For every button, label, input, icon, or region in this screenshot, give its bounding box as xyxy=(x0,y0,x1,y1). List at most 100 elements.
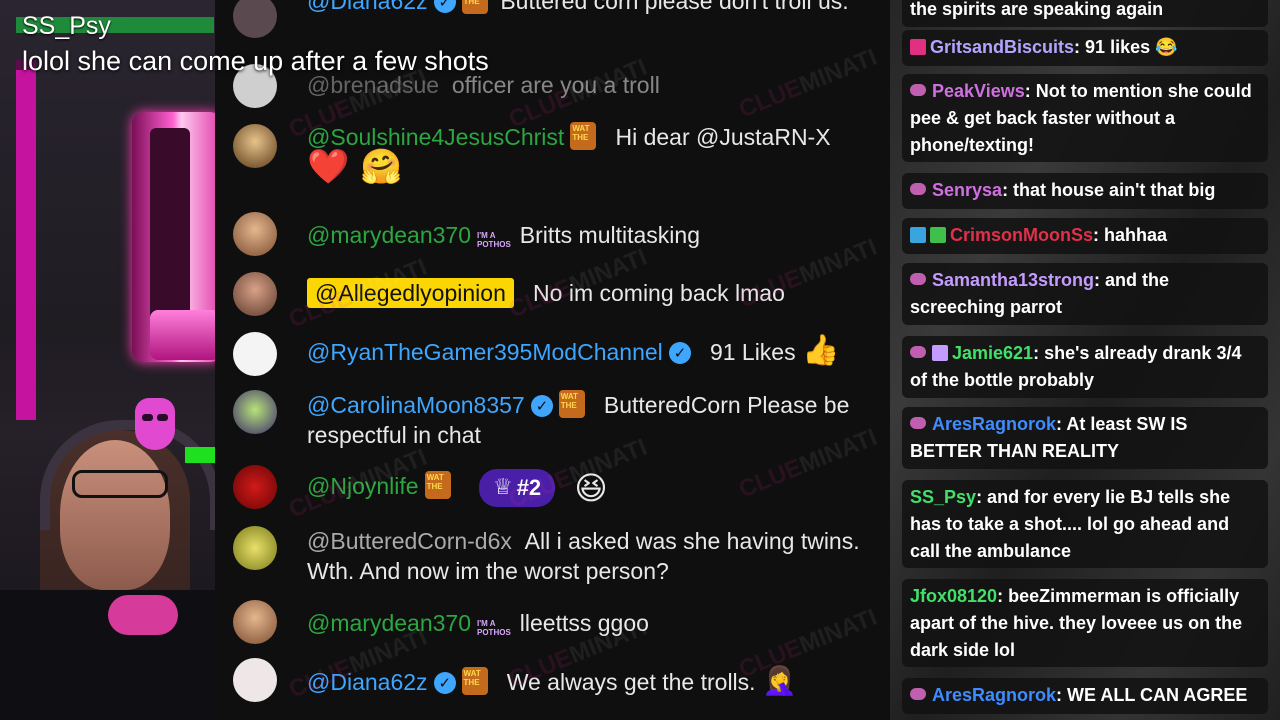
chat-message-line: @marydean370 I'M A POTHOS lleettss ggoo xyxy=(307,608,870,645)
side-chat-message: GritsandBiscuits: 91 likes 😂 xyxy=(902,30,1268,66)
side-chat-author[interactable]: AresRagnorok xyxy=(932,414,1056,434)
plant-badge-icon xyxy=(930,227,946,243)
verified-icon xyxy=(668,338,691,368)
avatar xyxy=(233,658,277,702)
verified-icon xyxy=(530,391,553,421)
side-chat-panel: the spirits are speaking again GritsandB… xyxy=(890,0,1280,720)
chat-message-line: @Soulshine4JesusChrist WAT THE Hi dear @J… xyxy=(307,122,870,185)
webcam-panel xyxy=(0,0,215,720)
neon-letter-inner xyxy=(150,128,190,323)
chat-text: Hi dear @JustaRN-X xyxy=(615,124,831,150)
crown-icon: ♕ xyxy=(492,475,513,500)
chat-text: 91 Likes xyxy=(709,339,796,365)
streamer-shirt xyxy=(0,590,215,720)
green-indicator xyxy=(185,447,215,463)
side-chat-author[interactable]: SS_Psy xyxy=(910,487,976,507)
pothos-badge-icon: I'M A POTHOS xyxy=(477,619,511,637)
chat-author[interactable]: @Diana62z xyxy=(307,0,428,14)
side-chat-message: the spirits are speaking again xyxy=(902,0,1268,27)
chat-author[interactable]: @marydean370 xyxy=(307,610,471,636)
verified-icon xyxy=(433,0,456,17)
supporter-rank-pill: ♕ #2 xyxy=(478,469,556,507)
chat-author[interactable]: @Njoynlife xyxy=(307,473,419,499)
avatar xyxy=(233,390,277,434)
mask-dot-icon xyxy=(910,183,926,195)
chat-text: Britts multitasking xyxy=(519,222,700,248)
side-chat-text: : hahhaa xyxy=(1093,225,1168,245)
avatar xyxy=(233,526,277,570)
side-chat-author[interactable]: AresRagnorok xyxy=(932,685,1056,705)
side-chat-author[interactable]: PeakViews xyxy=(932,81,1025,101)
side-chat-text: : 91 likes 😂 xyxy=(1074,37,1178,57)
overlay-message: lolol she can come up after a few shots xyxy=(22,46,489,76)
chat-author[interactable]: @marydean370 xyxy=(307,222,471,248)
chat-author-highlighted[interactable]: @Allegedlyopinion xyxy=(307,278,514,308)
side-chat-message: Samantha13strong: and the screeching par… xyxy=(902,263,1268,325)
mask-dot-icon xyxy=(910,417,926,429)
chat-author[interactable]: @Diana62z xyxy=(307,669,428,695)
side-chat-author[interactable]: Jfox08120 xyxy=(910,586,997,606)
live-chat-feed: @Diana62z WAT THE Buttered corn please do… xyxy=(215,0,890,720)
side-chat-author[interactable]: Samantha13strong xyxy=(932,270,1094,290)
chat-message-line: @ButteredCorn-d6x All i asked was she ha… xyxy=(307,526,870,586)
headphones-icon xyxy=(40,420,215,530)
verified-icon xyxy=(433,668,456,698)
side-chat-author[interactable]: Senrysa xyxy=(932,180,1002,200)
side-chat-text: : WE ALL CAN AGREE xyxy=(1056,685,1248,705)
mask-dot-icon xyxy=(910,273,926,285)
side-chat-message: AresRagnorok: At least SW IS BETTER THAN… xyxy=(902,407,1268,469)
side-chat-message: Jfox08120: beeZimmerman is officially ap… xyxy=(902,579,1268,667)
side-chat-author[interactable]: CrimsonMoonSs xyxy=(950,225,1093,245)
heart-hug-emoji: ❤️ 🤗 xyxy=(307,147,403,187)
facepalm-emoji: 🤦‍♀️ xyxy=(761,664,797,697)
thumbs-up-emoji: 👍 xyxy=(802,333,840,368)
chat-text: Buttered corn please don't troll us. xyxy=(500,0,849,14)
avatar xyxy=(233,212,277,256)
avatar xyxy=(233,600,277,644)
avatar xyxy=(233,0,277,38)
gift-badge-icon xyxy=(932,345,948,361)
side-chat-text: : that house ain't that big xyxy=(1002,180,1216,200)
rank-label: #2 xyxy=(516,475,542,500)
pothos-badge-icon: I'M A POTHOS xyxy=(477,231,511,249)
neon-letter-foot xyxy=(150,310,215,360)
chat-text: No im coming back lmao xyxy=(533,280,785,306)
chat-message-line: @Njoynlife WAT THE ♕ #2 😆 xyxy=(307,469,870,507)
member-badge-icon: WAT THE xyxy=(424,471,451,500)
chat-message-line: @Diana62z WAT THE We always get the troll… xyxy=(307,664,870,699)
chat-author[interactable]: @RyanTheGamer395ModChannel xyxy=(307,339,663,365)
neon-bar xyxy=(16,70,36,420)
member-badge-icon: WAT THE xyxy=(558,390,585,418)
avatar xyxy=(233,465,277,509)
laughing-emoji: 😆 xyxy=(574,469,608,507)
side-chat-text: the spirits are speaking again xyxy=(910,0,1164,19)
chat-message-line: @RyanTheGamer395ModChannel 91 Likes 👍 xyxy=(307,333,870,369)
avatar xyxy=(233,272,277,316)
member-badge-icon: WAT THE xyxy=(461,667,488,695)
mask-dot-icon xyxy=(910,688,926,700)
chat-author[interactable]: @ButteredCorn-d6x xyxy=(307,528,512,554)
avatar xyxy=(233,332,277,376)
chat-text: lleettss ggoo xyxy=(519,610,649,636)
chat-message-line: @marydean370 I'M A POTHOS Britts multitas… xyxy=(307,220,870,257)
overlay-username: SS_Psy xyxy=(22,12,111,40)
side-chat-author[interactable]: GritsandBiscuits xyxy=(930,37,1074,57)
side-chat-message: Jamie621: she's already drank 3/4 of the… xyxy=(902,336,1268,398)
side-chat-author[interactable]: Jamie621 xyxy=(952,343,1033,363)
chat-author[interactable]: @CarolinaMoon8357 xyxy=(307,392,525,418)
side-chat-message: Senrysa: that house ain't that big xyxy=(902,173,1268,209)
mask-dot-icon xyxy=(910,346,926,358)
side-chat-message: CrimsonMoonSs: hahhaa xyxy=(902,218,1268,254)
chat-text: We always get the trolls. xyxy=(506,669,756,695)
chat-message-line: @CarolinaMoon8357WAT THE ButteredCorn Pl… xyxy=(307,390,870,450)
mask-icon xyxy=(135,398,175,450)
side-chat-message: PeakViews: Not to mention she could pee … xyxy=(902,74,1268,162)
side-chat-message: AresRagnorok: WE ALL CAN AGREE xyxy=(902,678,1268,714)
avatar xyxy=(233,124,277,168)
mask-dot-icon xyxy=(910,84,926,96)
side-chat-message: SS_Psy: and for every lie BJ tells she h… xyxy=(902,480,1268,568)
mask-badge-icon xyxy=(910,39,926,55)
member-badge-icon: WAT THE xyxy=(461,0,488,14)
member-badge-icon: WAT THE xyxy=(570,122,597,150)
microphone-icon xyxy=(108,595,178,635)
